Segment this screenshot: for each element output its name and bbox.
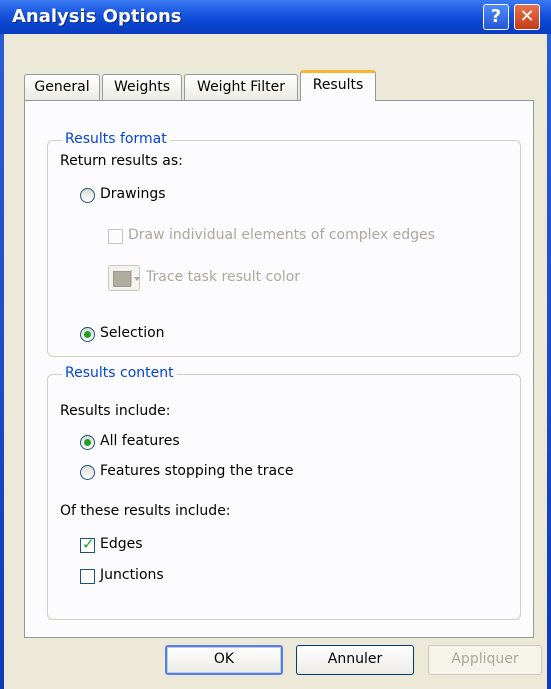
check-icon: ✓	[82, 535, 95, 553]
edges-label[interactable]: Edges	[100, 536, 143, 552]
color-swatch	[113, 271, 131, 287]
features-stopping-trace-radio[interactable]	[80, 465, 95, 480]
dialog-client-area: General Weights Weight Filter Results Re…	[4, 34, 547, 689]
drawings-label[interactable]: Drawings	[100, 186, 166, 202]
draw-individual-elements-label[interactable]: Draw individual elements of complex edge…	[128, 227, 435, 243]
tab-weights[interactable]: Weights	[102, 74, 182, 100]
return-results-as-label: Return results as:	[60, 153, 183, 169]
drawings-radio[interactable]	[80, 188, 95, 203]
tab-general[interactable]: General	[24, 74, 100, 100]
trace-color-picker[interactable]	[108, 265, 140, 291]
junctions-label[interactable]: Junctions	[100, 567, 164, 583]
chevron-down-icon	[131, 270, 140, 286]
help-icon[interactable]: ?	[483, 4, 509, 30]
results-include-label: Results include:	[60, 403, 171, 419]
dialog-window: Analysis Options ? ✕ General Weights Wei…	[0, 0, 551, 689]
edges-checkbox[interactable]: ✓	[80, 535, 95, 553]
all-features-radio[interactable]	[80, 435, 95, 450]
ok-button[interactable]: OK	[165, 645, 283, 675]
dialog-title: Analysis Options	[12, 6, 182, 27]
cancel-button[interactable]: Annuler	[296, 645, 414, 675]
results-content-group: Results content Results include: All fea…	[47, 365, 521, 620]
tab-weight-filter[interactable]: Weight Filter	[184, 74, 298, 100]
results-format-legend: Results format	[62, 131, 170, 147]
close-icon[interactable]: ✕	[514, 4, 540, 30]
trace-color-label: Trace task result color	[146, 269, 301, 285]
results-content-legend: Results content	[62, 365, 177, 381]
junctions-checkbox[interactable]	[80, 569, 95, 584]
apply-button[interactable]: Appliquer	[428, 645, 542, 675]
selection-radio[interactable]	[80, 327, 95, 342]
tab-results[interactable]: Results	[300, 70, 376, 101]
title-bar[interactable]: Analysis Options ? ✕	[0, 0, 551, 34]
all-features-label[interactable]: All features	[100, 433, 180, 449]
of-these-results-label: Of these results include:	[60, 503, 231, 519]
results-format-group: Results format Return results as: Drawin…	[47, 131, 521, 357]
selection-label[interactable]: Selection	[100, 325, 165, 341]
draw-individual-elements-checkbox[interactable]	[108, 229, 123, 244]
features-stopping-trace-label[interactable]: Features stopping the trace	[100, 463, 293, 479]
results-tab-panel: Results format Return results as: Drawin…	[24, 100, 534, 638]
